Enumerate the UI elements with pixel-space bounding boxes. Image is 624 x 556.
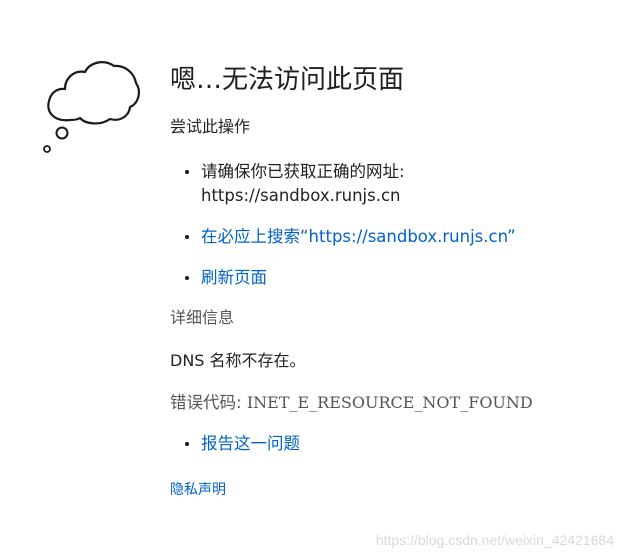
refresh-page-link[interactable]: 刷新页面 xyxy=(201,268,267,287)
error-code-label: 错误代码: xyxy=(170,393,242,412)
list-item: 报告这一问题 xyxy=(170,432,610,456)
suggestion-list: 请确保你已获取正确的网址: https://sandbox.runjs.cn 在… xyxy=(170,160,610,290)
error-code-row: 错误代码: INET_E_RESOURCE_NOT_FOUND xyxy=(170,392,610,414)
page-title: 嗯…无法访问此页面 xyxy=(170,65,405,95)
search-bing-link[interactable]: 在必应上搜索“https://sandbox.runjs.cn” xyxy=(201,227,516,246)
tip-url: https://sandbox.runjs.cn xyxy=(201,186,401,205)
report-list: 报告这一问题 xyxy=(170,432,610,456)
privacy-statement-link[interactable]: 隐私声明 xyxy=(170,482,226,498)
subtitle: 尝试此操作 xyxy=(170,117,251,136)
details-label: 详细信息 xyxy=(170,308,235,327)
list-item: 在必应上搜索“https://sandbox.runjs.cn” xyxy=(170,225,610,249)
watermark: https://blog.csdn.net/weixin_42421684 xyxy=(375,532,614,548)
thought-cloud-icon xyxy=(43,61,140,153)
error-code-value: INET_E_RESOURCE_NOT_FOUND xyxy=(246,393,533,412)
error-content: 嗯…无法访问此页面 尝试此操作 请确保你已获取正确的网址: https://sa… xyxy=(170,60,610,500)
report-issue-link[interactable]: 报告这一问题 xyxy=(201,434,300,453)
list-item: 请确保你已获取正确的网址: https://sandbox.runjs.cn xyxy=(170,160,610,208)
tip-text: 请确保你已获取正确的网址: xyxy=(201,162,405,181)
privacy-row: 隐私声明 xyxy=(170,480,610,500)
list-item: 刷新页面 xyxy=(170,266,610,290)
dns-message: DNS 名称不存在。 xyxy=(170,351,306,370)
